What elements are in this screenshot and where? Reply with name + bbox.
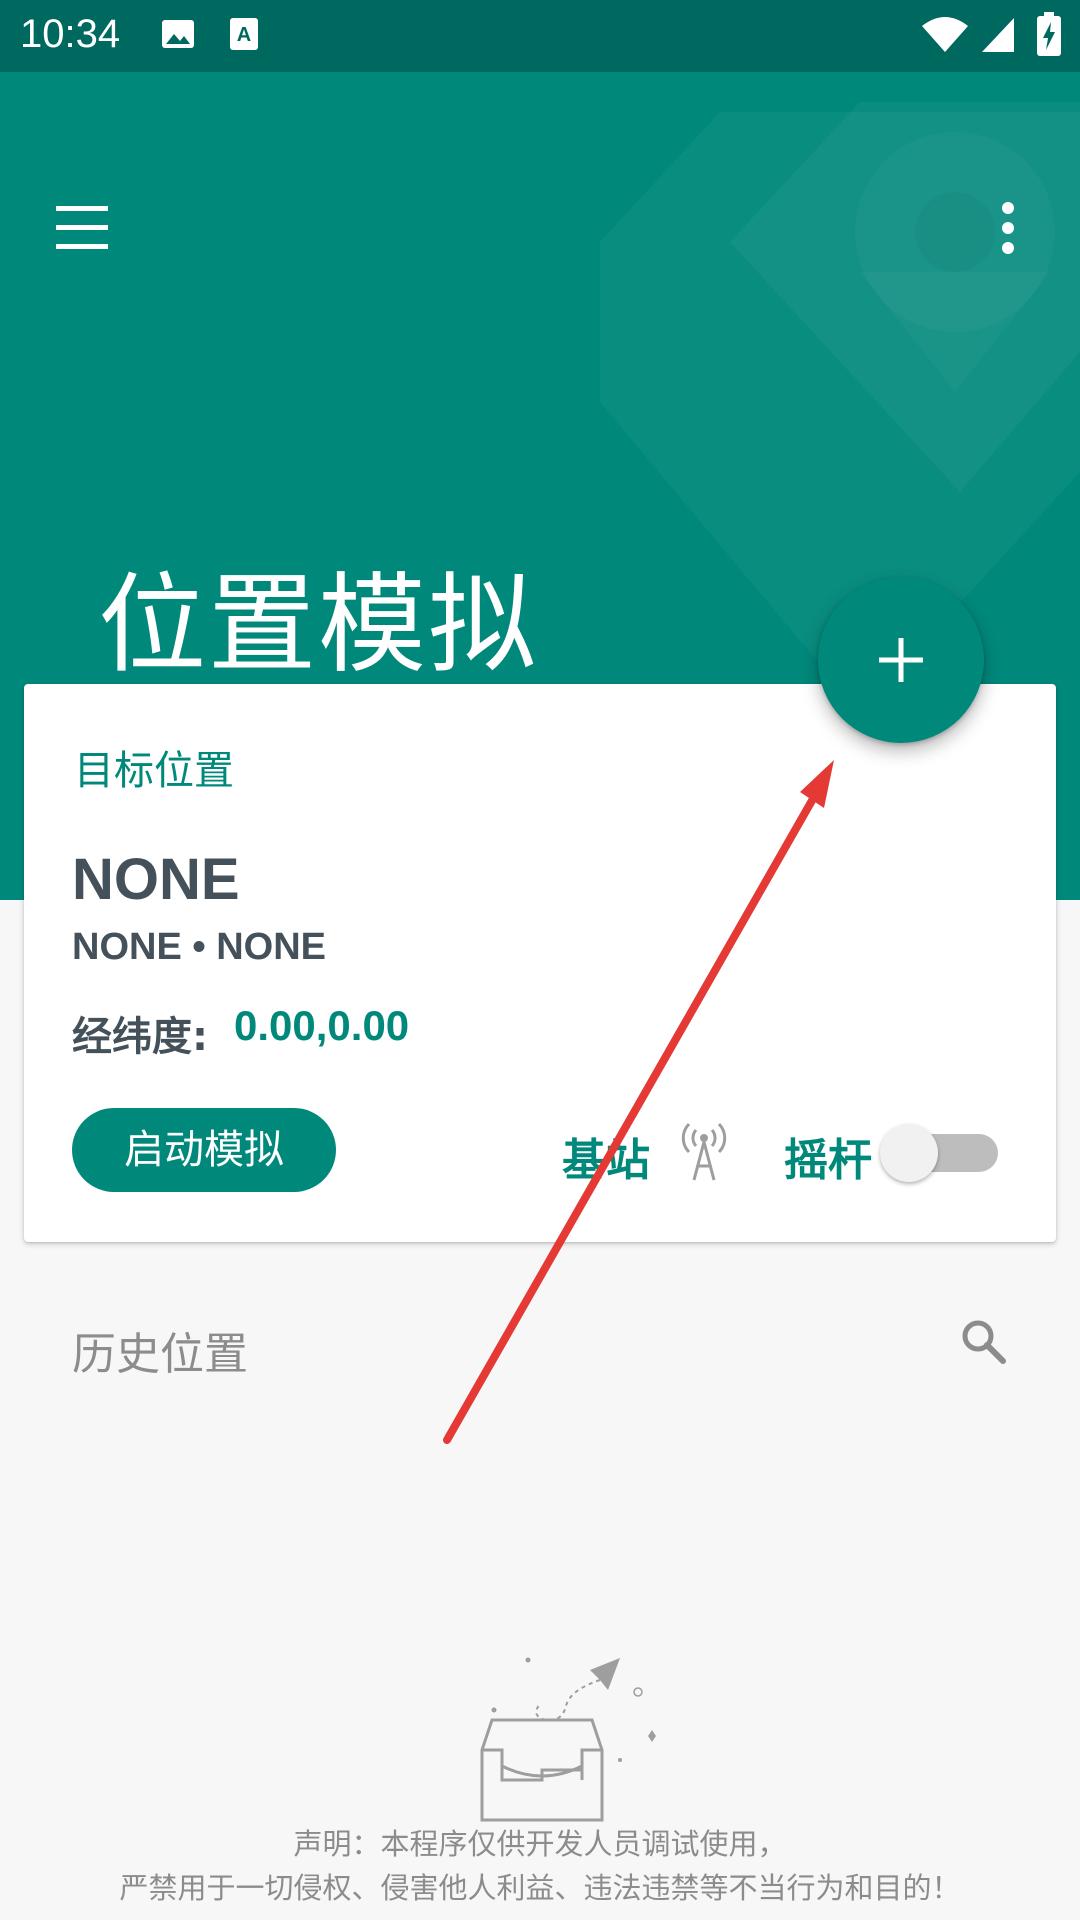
target-location-card: 目标位置 NONE NONE • NONE 经纬度: 0.00,0.00 启动模… [24, 684, 1056, 1242]
text-icon: A [228, 16, 260, 56]
add-location-fab[interactable] [818, 577, 984, 743]
more-vert-icon [1002, 202, 1014, 254]
joystick-label: 摇杆 [784, 1135, 872, 1186]
location-name: NONE [72, 847, 240, 912]
signal-icon [980, 14, 1016, 58]
more-options-button[interactable] [996, 198, 1020, 258]
disclaimer-line-1: 声明：本程序仅供开发人员调试使用， [293, 1827, 787, 1861]
search-button[interactable] [958, 1316, 1008, 1366]
image-icon [160, 16, 196, 56]
plus-icon [879, 638, 923, 682]
cell-tower-icon[interactable] [680, 1120, 728, 1186]
status-time: 10:34 [20, 12, 121, 56]
page-title: 位置模拟 [98, 563, 539, 688]
coordinates-value: 0.00,0.00 [234, 1002, 410, 1049]
disclaimer-line-2: 严禁用于一切侵权、侵害他人利益、违法违禁等不当行为和目的！ [119, 1871, 961, 1905]
start-simulation-button[interactable]: 启动模拟 [72, 1108, 336, 1192]
battery-charging-icon [1036, 12, 1062, 60]
status-bar: 10:34 A [0, 0, 1080, 72]
coordinates-label: 经纬度: [72, 1014, 208, 1060]
location-subtitle: NONE • NONE [72, 926, 326, 968]
disclaimer: 声明：本程序仅供开发人员调试使用， 严禁用于一切侵权、侵害他人利益、违法违禁等不… [0, 1822, 1080, 1910]
history-label: 历史位置 [72, 1329, 248, 1380]
svg-text:A: A [237, 24, 251, 46]
base-station-label[interactable]: 基站 [562, 1124, 650, 1188]
wifi-icon [920, 14, 970, 58]
menu-button[interactable] [52, 202, 116, 254]
empty-inbox-illustration [480, 1657, 656, 1822]
search-icon [962, 1320, 1006, 1364]
card-title: 目标位置 [74, 748, 234, 794]
joystick-toggle[interactable] [878, 1122, 1004, 1182]
toggle-thumb [880, 1124, 938, 1182]
menu-icon [56, 206, 108, 249]
